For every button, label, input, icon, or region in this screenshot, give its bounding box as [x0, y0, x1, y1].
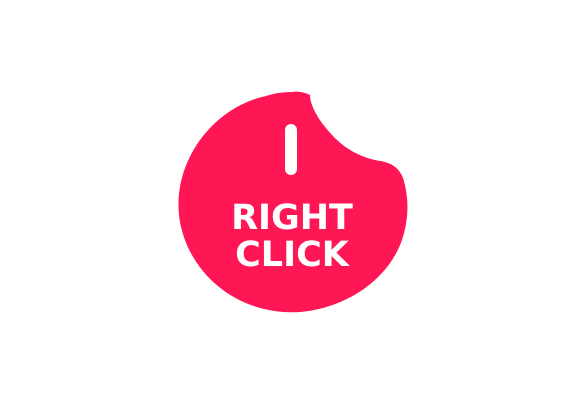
- wordmark-line-1: RIGHT: [231, 198, 353, 238]
- logo-wordmark: RIGHT CLICK: [210, 200, 374, 274]
- logo-canvas: RIGHT CLICK: [0, 0, 582, 402]
- mouse-scroll-wheel-icon: [285, 124, 297, 175]
- wordmark-line-2: CLICK: [235, 235, 349, 275]
